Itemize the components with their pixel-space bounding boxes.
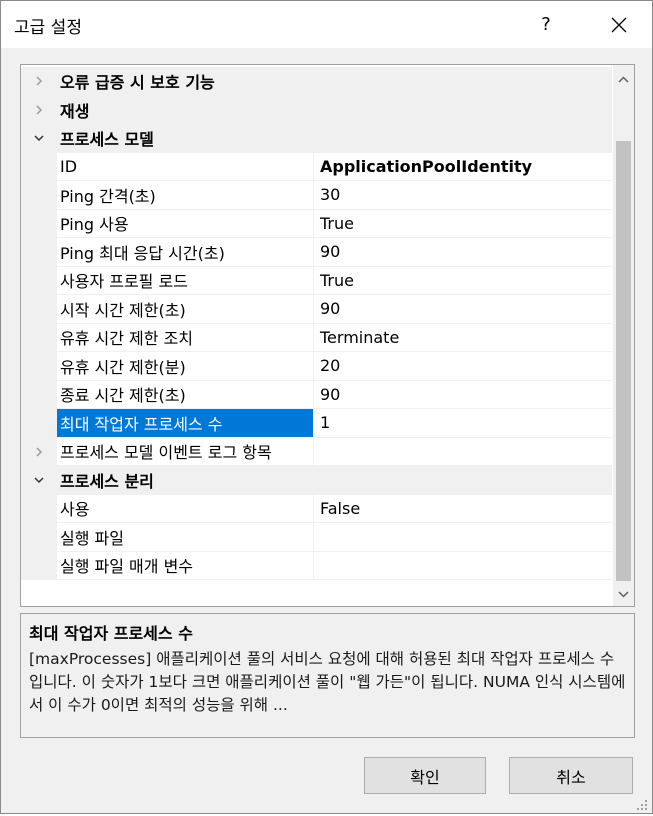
property-name[interactable]: 사용: [57, 494, 314, 523]
property-value[interactable]: Terminate: [314, 324, 612, 352]
row-gutter: [21, 523, 57, 552]
grid-property-row[interactable]: Ping 간격(초) 30: [21, 181, 612, 210]
grid-property-row[interactable]: Ping 사용 True: [21, 209, 612, 238]
grid-property-row[interactable]: 사용 False: [21, 494, 612, 523]
property-name[interactable]: 실행 파일 매개 변수: [57, 551, 314, 580]
property-name[interactable]: ID: [57, 152, 314, 181]
row-gutter: [21, 352, 57, 381]
grid-category[interactable]: 재생: [21, 95, 612, 124]
property-name[interactable]: 프로세스 모델 이벤트 로그 항목: [57, 437, 314, 466]
chevron-right-icon: [36, 447, 43, 457]
scroll-up-button[interactable]: [613, 68, 634, 90]
chevron-up-icon: [618, 75, 629, 83]
resize-grip[interactable]: [635, 797, 649, 811]
chevron-down-icon: [618, 590, 629, 598]
category-expander[interactable]: [21, 124, 57, 153]
grid-property-row[interactable]: 사용자 프로필 로드 True: [21, 266, 612, 295]
property-name[interactable]: 종료 시간 제한(초): [57, 380, 314, 409]
chevron-down-icon: [34, 135, 44, 142]
property-value[interactable]: [314, 523, 612, 552]
property-value[interactable]: 90: [314, 381, 612, 409]
grid-category[interactable]: 프로세스 분리: [21, 466, 612, 495]
description-text: [maxProcesses] 애플리케이션 풀의 서비스 요청에 대해 허용된 …: [29, 650, 626, 714]
property-name[interactable]: Ping 간격(초): [57, 181, 314, 210]
category-expander[interactable]: [21, 67, 57, 96]
dialog-title: 고급 설정: [14, 18, 82, 38]
row-gutter: [21, 551, 57, 580]
row-gutter: [21, 152, 57, 181]
property-value[interactable]: True: [314, 210, 612, 238]
property-value[interactable]: ApplicationPoolIdentity: [314, 153, 612, 181]
property-grid[interactable]: 오류 급증 시 보호 기능재생프로세스 모델 ID ApplicationPoolI…: [20, 64, 635, 607]
grid-property-row[interactable]: 유휴 시간 제한 조치 Terminate: [21, 323, 612, 352]
grid-category[interactable]: 프로세스 모델: [21, 124, 612, 153]
category-expander[interactable]: [21, 466, 57, 495]
title-bar: 고급 설정 ?: [1, 1, 652, 48]
scrollbar-thumb[interactable]: [616, 141, 631, 581]
chevron-down-icon: [34, 477, 44, 484]
grid-property-row[interactable]: ID ApplicationPoolIdentity: [21, 152, 612, 181]
property-name[interactable]: 유휴 시간 제한 조치: [57, 323, 314, 352]
chevron-right-icon: [36, 76, 43, 86]
property-value[interactable]: 90: [314, 295, 612, 324]
category-label: 프로세스 분리: [60, 472, 154, 492]
property-name[interactable]: 시작 시간 제한(초): [57, 295, 314, 324]
advanced-settings-dialog: 고급 설정 ? 오류 급증 시 보호 기능재생프로세스 모델 ID Applicat…: [0, 0, 653, 814]
row-gutter: [21, 380, 57, 409]
property-value[interactable]: True: [314, 267, 612, 295]
row-gutter: [21, 295, 57, 324]
close-button[interactable]: [591, 1, 646, 48]
ok-button[interactable]: 확인: [364, 757, 486, 794]
category-label: 오류 급증 시 보호 기능: [60, 73, 215, 93]
vertical-scrollbar[interactable]: [613, 65, 634, 606]
category-expander[interactable]: [21, 95, 57, 124]
property-value[interactable]: 30: [314, 181, 612, 210]
cancel-button[interactable]: 취소: [509, 757, 633, 794]
property-grid-rows: 오류 급증 시 보호 기능재생프로세스 모델 ID ApplicationPoolI…: [21, 67, 612, 580]
description-title: 최대 작업자 프로세스 수: [29, 624, 193, 643]
scroll-down-button[interactable]: [613, 583, 634, 605]
grid-category[interactable]: 오류 급증 시 보호 기능: [21, 67, 612, 96]
category-label: 재생: [60, 101, 90, 121]
row-gutter: [21, 494, 57, 523]
chevron-right-icon: [36, 105, 43, 115]
row-gutter: [21, 323, 57, 352]
category-label: 프로세스 모델: [60, 130, 154, 150]
row-gutter: [21, 409, 57, 438]
property-name[interactable]: Ping 사용: [57, 209, 314, 238]
property-value[interactable]: [314, 438, 612, 466]
row-gutter: [21, 238, 57, 267]
property-expander[interactable]: [21, 437, 57, 466]
help-button[interactable]: ?: [523, 1, 569, 48]
grid-property-row[interactable]: 프로세스 모델 이벤트 로그 항목: [21, 437, 612, 466]
row-gutter: [21, 209, 57, 238]
grid-property-row[interactable]: 종료 시간 제한(초) 90: [21, 380, 612, 409]
property-value[interactable]: 90: [314, 238, 612, 267]
property-value[interactable]: 20: [314, 352, 612, 381]
property-name[interactable]: 유휴 시간 제한(분): [57, 352, 314, 381]
description-panel: 최대 작업자 프로세스 수 [maxProcesses] 애플리케이션 풀의 서…: [20, 613, 635, 738]
grid-property-row[interactable]: 실행 파일 매개 변수: [21, 551, 612, 580]
property-value[interactable]: [314, 552, 612, 580]
property-name[interactable]: 최대 작업자 프로세스 수: [57, 409, 314, 438]
grid-property-row[interactable]: 시작 시간 제한(초) 90: [21, 295, 612, 324]
grid-property-row[interactable]: 유휴 시간 제한(분) 20: [21, 352, 612, 381]
property-value[interactable]: False: [314, 495, 612, 523]
property-name[interactable]: 실행 파일: [57, 523, 314, 552]
resize-grip-icon: [637, 800, 647, 810]
close-icon: [611, 17, 626, 32]
property-name[interactable]: 사용자 프로필 로드: [57, 266, 314, 295]
row-gutter: [21, 266, 57, 295]
row-gutter: [21, 181, 57, 210]
property-value[interactable]: 1: [314, 409, 612, 438]
grid-property-row[interactable]: 실행 파일: [21, 523, 612, 552]
grid-property-row[interactable]: 최대 작업자 프로세스 수1: [21, 409, 612, 438]
grid-property-row[interactable]: Ping 최대 응답 시간(초) 90: [21, 238, 612, 267]
property-name[interactable]: Ping 최대 응답 시간(초): [57, 238, 314, 267]
